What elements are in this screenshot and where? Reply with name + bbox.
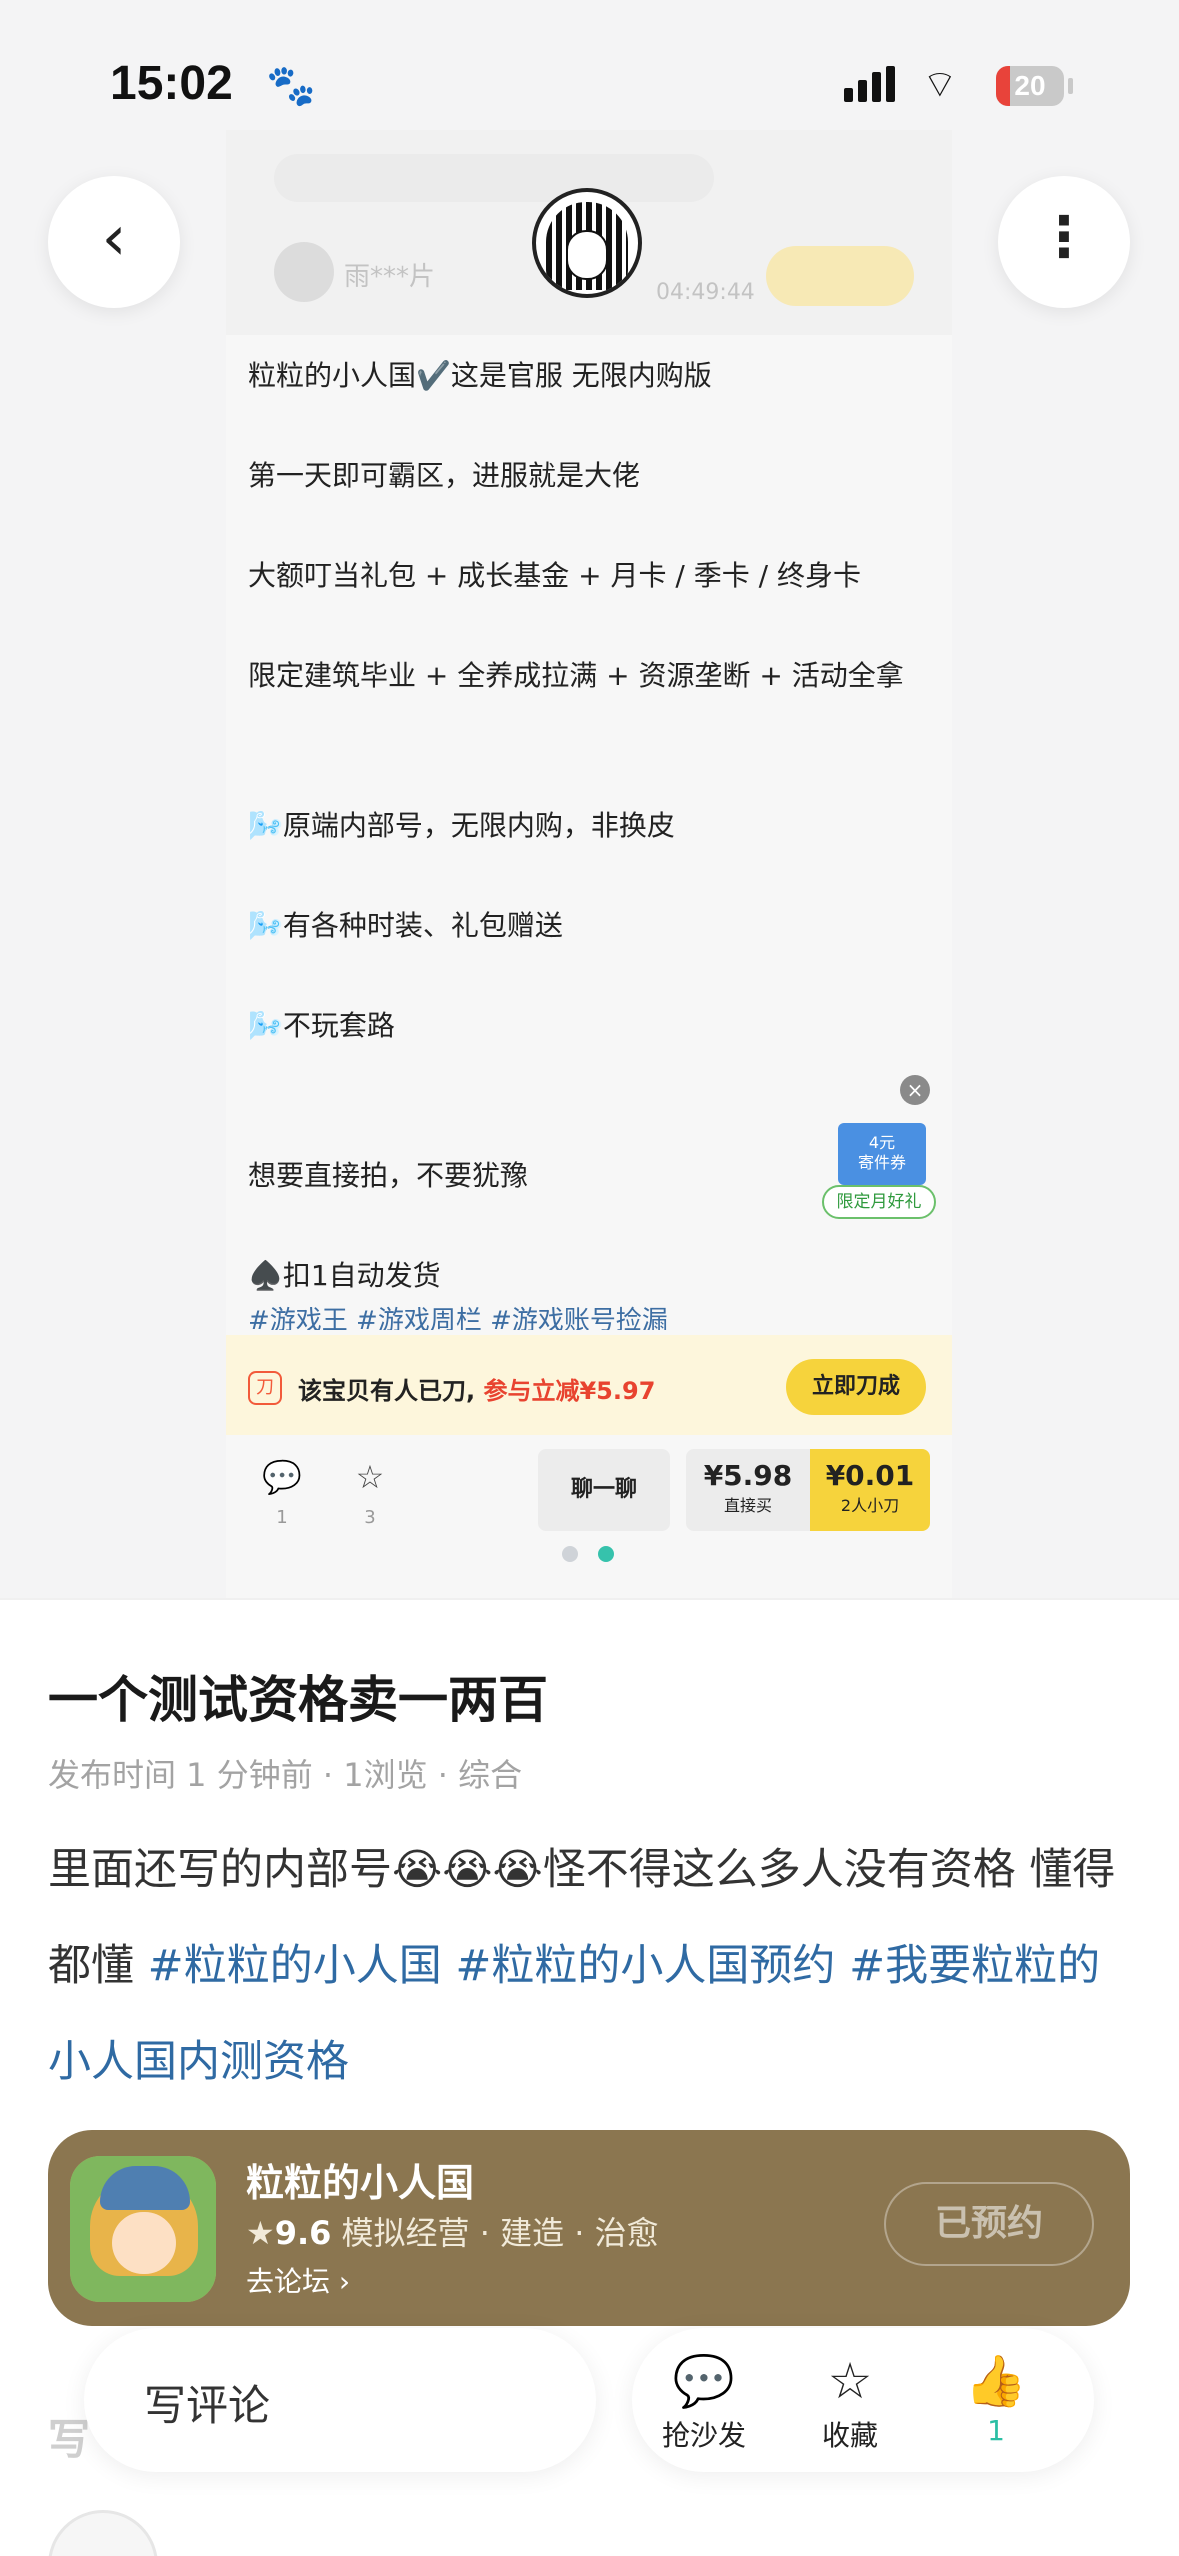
more-options-button[interactable]: ⋮ [998, 176, 1130, 308]
battery-tip [1068, 78, 1073, 94]
game-name: 粒粒的小人国 [246, 2161, 475, 2205]
cut-notice-label: 该宝贝有人已刀, [298, 1377, 476, 1405]
page-dot [562, 1546, 578, 1562]
star-icon: ★ [246, 2214, 275, 2252]
reserved-button[interactable]: 已预约 [884, 2182, 1094, 2266]
coupon-footer: 限定月好礼 [822, 1185, 936, 1219]
cut-label: 2人小刀 [840, 1496, 900, 1515]
comment-placeholder: 写评论 [144, 2381, 271, 2430]
favorite-button[interactable]: ☆ 收藏 [790, 2348, 910, 2454]
forum-link[interactable]: 去论坛 › [246, 2260, 350, 2300]
post-tag[interactable]: #粒粒的小人国 [148, 1941, 442, 1991]
listing-timer: 04:49:44 [656, 280, 755, 305]
comments-section-title: 写 [48, 2415, 91, 2464]
embedded-listing-screenshot: 雨***片 04:49:44 粒粒的小人国✔️这是官服 无限内购版 第一天即可霸… [226, 130, 952, 1600]
coupon-name: 寄件券 [857, 1153, 906, 1172]
description-line: 粒粒的小人国✔️这是官服 无限内购版 [248, 359, 712, 392]
chat-bubble-icon: 💬 [672, 2352, 736, 2410]
back-button[interactable]: ‹ [48, 176, 180, 308]
knife-icon: 刀 [248, 1371, 282, 1405]
post-meta: 发布时间 1 分钟前 · 1浏览 · 综合 [48, 1756, 523, 1794]
comment-bubble-icon: 💬 [262, 1458, 302, 1496]
description-line: 限定建筑毕业 + 全养成拉满 + 资源垄断 + 活动全拿 [248, 659, 904, 692]
coupon-card: 4元 寄件券 [838, 1123, 926, 1185]
sofa-button[interactable]: 💬 抢沙发 [644, 2348, 764, 2454]
page-dot-active [598, 1546, 614, 1562]
description-line: 🌬️有各种时装、礼包赠送 [248, 909, 563, 942]
chat-button: 聊一聊 [538, 1449, 670, 1531]
paw-icon: 🐾 [266, 63, 316, 109]
post-body: 里面还写的内部号😭😭😭怪不得这么多人没有资格 懂得都懂 #粒粒的小人国 #粒粒的… [48, 1822, 1138, 2110]
battery-icon: 20 [996, 66, 1064, 106]
coupon-widget: × 4元 寄件券 限定月好礼 [822, 1075, 940, 1225]
forum-link-label: 去论坛 [246, 2265, 331, 2298]
description-line: 大额叮当礼包 + 成长基金 + 月卡 / 季卡 / 终身卡 [248, 559, 861, 592]
description-line: 第一天即可霸区，进服就是大佬 [248, 459, 641, 492]
star-outline-icon: ☆ [827, 2352, 873, 2410]
thumbs-up-icon: 👍 [964, 2352, 1028, 2410]
listing-search-bar [274, 154, 714, 202]
post-title: 一个测试资格卖一两百 [48, 1671, 548, 1729]
more-vertical-icon: ⋮ [1036, 205, 1092, 270]
buy-label: 直接买 [723, 1496, 772, 1515]
description-line: 🌬️不玩套路 [248, 1009, 395, 1042]
cut-notice-bar: 刀 该宝贝有人已刀, 参与立减¥5.97 立即刀成 [226, 1335, 952, 1435]
description-line: 🌬️原端内部号，无限内购，非换皮 [248, 809, 675, 842]
wifi-icon: ⌔ [922, 62, 958, 106]
coupon-amount: 4元 [868, 1133, 896, 1152]
favorite-label: 收藏 [821, 2419, 878, 2452]
comment-input[interactable]: 写评论 [84, 2328, 596, 2472]
cut-notice-highlight: 参与立减¥5.97 [483, 1377, 656, 1405]
bottom-action-group: 💬 抢沙发 ☆ 收藏 👍 1 [632, 2328, 1094, 2472]
listing-tags: #游戏王 #游戏周栏 #游戏账号捡漏 [248, 1306, 668, 1330]
seller-name: 雨***片 [344, 262, 436, 292]
author-avatar[interactable] [532, 188, 642, 298]
listing-cut-button [766, 246, 914, 306]
divider [0, 1598, 1179, 1600]
buy-now-button: ¥5.98 直接买 [686, 1449, 810, 1531]
status-bar: 15:02 🐾 ⌔ 20 [0, 0, 1179, 150]
star-icon: ☆ [355, 1458, 385, 1496]
commenter-avatar [48, 2510, 158, 2556]
like-count: 1 [987, 2414, 1005, 2447]
chevron-right-icon: › [338, 2265, 351, 2298]
cut-notice-text: 该宝贝有人已刀, 参与立减¥5.97 [298, 1371, 655, 1406]
comment-count: 1 [276, 1507, 288, 1528]
cut-now-button: 立即刀成 [786, 1359, 926, 1415]
game-icon [70, 2156, 216, 2302]
game-card[interactable]: 粒粒的小人国 ★9.6 模拟经营 · 建造 · 治愈 去论坛 › 已预约 [48, 2130, 1130, 2326]
description-line: 想要直接拍，不要犹豫 [248, 1159, 529, 1192]
star-count: 3 [364, 1507, 376, 1528]
avatar-face [566, 230, 608, 280]
game-rating: 9.6 [274, 2214, 332, 2252]
buy-price: ¥5.98 [703, 1459, 793, 1492]
like-button[interactable]: 👍 1 [936, 2348, 1056, 2447]
cut-price: ¥0.01 [825, 1459, 915, 1492]
listing-action-bar: 💬 1 ☆ 3 聊一聊 ¥5.98 直接买 ¥0.01 2人小刀 [226, 1435, 952, 1545]
seller-avatar [274, 242, 334, 302]
status-time: 15:02 [110, 57, 233, 110]
description-line: ♠️扣1自动发货 [248, 1259, 441, 1292]
coupon-close-icon: × [900, 1075, 930, 1105]
game-genres: 模拟经营 · 建造 · 治愈 [341, 2214, 659, 2252]
game-rating-row: ★9.6 模拟经营 · 建造 · 治愈 [246, 2208, 659, 2254]
battery-percent: 20 [1014, 70, 1046, 101]
small-cut-button: ¥0.01 2人小刀 [810, 1449, 930, 1531]
post-tag[interactable]: #粒粒的小人国预约 [455, 1941, 835, 1991]
sofa-label: 抢沙发 [661, 2419, 746, 2452]
chevron-left-icon: ‹ [101, 201, 127, 274]
